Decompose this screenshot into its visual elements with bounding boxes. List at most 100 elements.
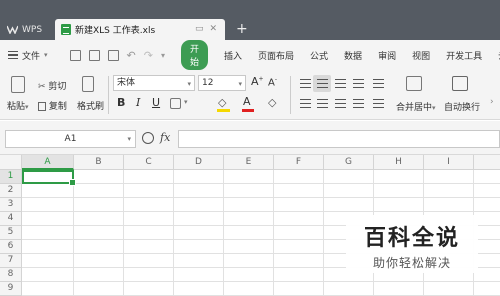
align-left-icon[interactable] [300, 99, 311, 108]
column-header[interactable]: E [224, 155, 274, 170]
row-header[interactable]: 3 [0, 198, 22, 212]
tab-formulas[interactable]: 公式 [302, 49, 336, 62]
gridline [123, 170, 124, 296]
column-header[interactable]: D [174, 155, 224, 170]
decrease-font-glyph: A [268, 77, 275, 89]
file-tab[interactable]: 新建XLS 工作表.xls ▭ ✕ [55, 19, 225, 40]
merge-center-button[interactable]: 合并居中▾ [396, 100, 436, 113]
column-header[interactable]: C [124, 155, 174, 170]
formula-input[interactable] [178, 130, 500, 148]
row-header[interactable]: 7 [0, 254, 22, 268]
row-header[interactable]: 2 [0, 184, 22, 198]
column-header[interactable]: F [274, 155, 324, 170]
print-icon[interactable] [88, 49, 100, 61]
font-color-glyph: A [243, 95, 251, 108]
undo-icon[interactable]: ↶ [127, 49, 136, 62]
gridline [22, 211, 500, 212]
tab-controls: ▭ ✕ [195, 24, 217, 34]
redo-icon[interactable]: ↷ [144, 49, 153, 62]
wps-app-tab[interactable]: WPS [0, 19, 54, 40]
font-color-button[interactable]: A [243, 95, 251, 108]
tab-cloud[interactable]: 云 [490, 49, 500, 62]
column-header[interactable]: I [424, 155, 474, 170]
font-size-value: 12 [202, 78, 214, 88]
tab-data[interactable]: 数据 [336, 49, 370, 62]
bold-button[interactable]: B [117, 96, 125, 109]
increase-font-button[interactable]: A+ [251, 75, 264, 88]
cut-button[interactable]: ✂ 剪切 [38, 79, 66, 92]
row-header[interactable]: 6 [0, 240, 22, 254]
gridline [22, 183, 500, 184]
print-preview-icon[interactable] [107, 49, 119, 61]
paste-icon[interactable] [11, 76, 25, 93]
name-box[interactable]: A1 ▾ [5, 130, 136, 148]
chevron-down-icon[interactable]: ▾ [184, 98, 188, 106]
increase-font-glyph: A [251, 75, 259, 88]
tab-insert[interactable]: 插入 [216, 49, 250, 62]
gridline [22, 281, 500, 282]
wrap-text-icon[interactable] [452, 76, 468, 91]
save-icon[interactable] [69, 49, 81, 61]
distribute-icon[interactable] [373, 99, 384, 108]
align-bottom-icon[interactable] [335, 79, 346, 88]
italic-button[interactable]: I [136, 96, 140, 109]
copy-button[interactable]: 复制 [38, 99, 67, 112]
row-header[interactable]: 1 [0, 170, 22, 184]
paste-label: 粘贴 [7, 102, 26, 112]
column-header-partial[interactable] [474, 155, 500, 170]
justify-icon[interactable] [353, 99, 364, 108]
merge-center-icon[interactable] [406, 76, 422, 91]
align-middle-icon[interactable] [317, 79, 328, 88]
font-name-select[interactable]: 宋体 ▾ [113, 75, 195, 91]
orientation-icon[interactable] [373, 79, 384, 88]
corner-select-all[interactable] [0, 155, 22, 170]
format-painter-icon[interactable] [82, 76, 94, 92]
border-icon[interactable] [170, 98, 181, 109]
active-cell-a1[interactable] [22, 170, 76, 186]
file-tab-label: 新建XLS 工作表.xls [75, 26, 156, 36]
decrease-font-button[interactable]: A- [268, 76, 277, 88]
row-header[interactable]: 8 [0, 268, 22, 282]
close-tab-icon[interactable]: ✕ [209, 24, 217, 34]
column-header[interactable]: A [22, 155, 74, 170]
chevron-right-icon[interactable]: › [490, 97, 494, 107]
gridline [22, 197, 500, 198]
row-header[interactable]: 9 [0, 282, 22, 296]
gridline [173, 170, 174, 296]
column-header[interactable]: H [374, 155, 424, 170]
file-menu-label: 文件 [22, 51, 41, 62]
column-header[interactable]: B [74, 155, 124, 170]
row-header[interactable]: 4 [0, 212, 22, 226]
format-painter-button[interactable]: 格式刷 [77, 99, 104, 112]
wps-logo-icon [7, 25, 18, 34]
align-top-icon[interactable] [300, 79, 311, 88]
title-bar: WPS 新建XLS 工作表.xls ▭ ✕ + [0, 0, 500, 40]
align-right-icon[interactable] [335, 99, 346, 108]
wps-app-label: WPS [22, 24, 43, 35]
clear-format-icon[interactable]: ◇ [268, 96, 276, 109]
top-bottom-align-icon[interactable] [353, 79, 364, 88]
tab-page-layout[interactable]: 页面布局 [250, 49, 302, 62]
insert-function-button[interactable]: fx [160, 131, 170, 144]
menu-bar: 文件 ▾ ↶ ↷ ▾ 开始 插入 页面布局 公式 数据 审阅 视图 开发工具 云 [0, 40, 500, 70]
tab-review[interactable]: 审阅 [370, 49, 404, 62]
file-menu[interactable]: 文件 ▾ [0, 49, 56, 62]
quick-access-toolbar: ↶ ↷ ▾ [64, 49, 171, 62]
tab-home[interactable]: 开始 [180, 40, 208, 70]
paste-button[interactable]: 粘贴▾ [7, 99, 29, 112]
align-center-icon[interactable] [317, 99, 328, 108]
row-header[interactable]: 5 [0, 226, 22, 240]
cut-label: 剪切 [48, 82, 67, 92]
new-tab-button[interactable]: + [236, 19, 248, 40]
window-icon[interactable]: ▭ [195, 24, 204, 34]
font-size-select[interactable]: 12 ▾ [198, 75, 246, 91]
underline-button[interactable]: U [152, 96, 160, 109]
column-header[interactable]: G [324, 155, 374, 170]
tab-developer[interactable]: 开发工具 [438, 49, 490, 62]
wrap-text-button[interactable]: 自动换行 [444, 100, 480, 113]
customize-chevron-icon[interactable]: ▾ [161, 51, 165, 60]
zoom-icon[interactable] [142, 132, 154, 144]
tab-view[interactable]: 视图 [404, 49, 438, 62]
font-name-value: 宋体 [117, 78, 136, 88]
fill-color-icon[interactable]: ◇ [218, 96, 226, 109]
